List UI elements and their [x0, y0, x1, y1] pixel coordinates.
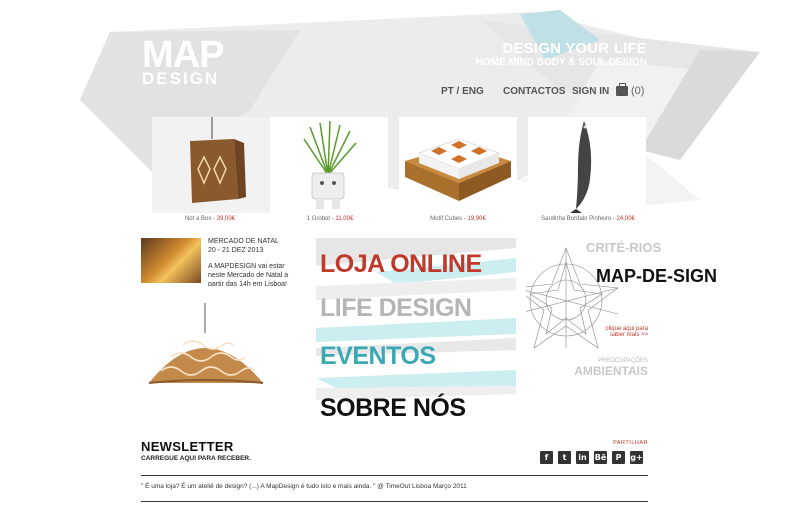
linkedin-icon[interactable]: in — [576, 451, 589, 464]
news-title[interactable]: MERCADO DE NATAL — [208, 238, 279, 245]
product-caption-not-a-box[interactable]: Not a Box - 39,00€ — [145, 216, 275, 222]
loja-online-link[interactable]: LOJA ONLINE — [320, 250, 482, 279]
product-image-motif-cubes[interactable] — [399, 117, 517, 213]
eventos-link[interactable]: EVENTOS — [320, 342, 436, 371]
mapdesign-logo[interactable]: MAP DESIGN — [140, 34, 300, 86]
tagline-main: DESIGN YOUR LIFE — [502, 40, 647, 57]
main-menu: LOJA ONLINE LIFE DESIGN EVENTOS SOBRE NÓ… — [316, 238, 516, 423]
featured-lamp-image[interactable] — [141, 303, 271, 415]
news-date: 20 - 21 DEZ 2013 — [208, 247, 264, 254]
newsletter-title[interactable]: NEWSLETTER — [141, 439, 234, 454]
sobre-nos-link[interactable]: SOBRE NÓS — [320, 394, 466, 423]
cart-count: (0) — [631, 85, 645, 97]
life-design-link[interactable]: LIFE DESIGN — [320, 294, 472, 323]
product-image-not-a-box[interactable] — [152, 117, 270, 213]
product-caption-motif-cubes[interactable]: Motif Cubes - 19,90€ — [393, 216, 523, 222]
contacts-link[interactable]: CONTACTOS — [503, 86, 565, 97]
product-image-sardinha[interactable] — [528, 117, 646, 213]
divider-top — [141, 475, 648, 476]
social-icons: f t in Bē P g+ — [540, 451, 643, 464]
language-switch-link[interactable]: PT / ENG — [441, 86, 484, 97]
behance-icon[interactable]: Bē — [594, 451, 607, 464]
news-image[interactable] — [141, 238, 201, 283]
criterios-more-link[interactable]: clique aqui para saber mais >> — [596, 326, 648, 338]
cart-button[interactable]: (0) — [616, 83, 645, 97]
divider-bottom — [141, 501, 648, 502]
shopping-bag-icon — [616, 83, 628, 96]
press-quote: " É uma loja? É um ateliê de design? (..… — [141, 483, 467, 490]
product-caption-sardinha[interactable]: Sardinha Bordalo Pinheiro - 24,00€ — [523, 216, 653, 222]
sign-in-link[interactable]: SIGN IN — [572, 86, 609, 97]
share-label: PARTILHAR — [613, 440, 648, 446]
tagline-sub: HOME MIND BODY & SOUL DESIGN — [475, 57, 647, 68]
criterios-label[interactable]: CRITÉ-RIOS — [586, 241, 661, 254]
criterios-star-graphic[interactable] — [526, 238, 648, 378]
product-caption-grobot[interactable]: 1 Grobot - 11,00€ — [265, 216, 395, 222]
facebook-icon[interactable]: f — [540, 451, 553, 464]
twitter-icon[interactable]: t — [558, 451, 571, 464]
pinterest-icon[interactable]: P — [612, 451, 625, 464]
product-image-grobot[interactable] — [270, 117, 388, 213]
newsletter-subscribe-link[interactable]: CARREGUE AQUI PARA RECEBER. — [141, 455, 251, 462]
news-body: A MAPDESIGN vai estar neste Mercado de N… — [208, 263, 289, 286]
google-plus-icon[interactable]: g+ — [630, 451, 643, 464]
svg-text:DESIGN: DESIGN — [142, 69, 219, 86]
ambientais-label[interactable]: AMBIENTAIS — [546, 364, 648, 378]
map-design-label[interactable]: MAP-DE-SIGN — [596, 267, 717, 285]
